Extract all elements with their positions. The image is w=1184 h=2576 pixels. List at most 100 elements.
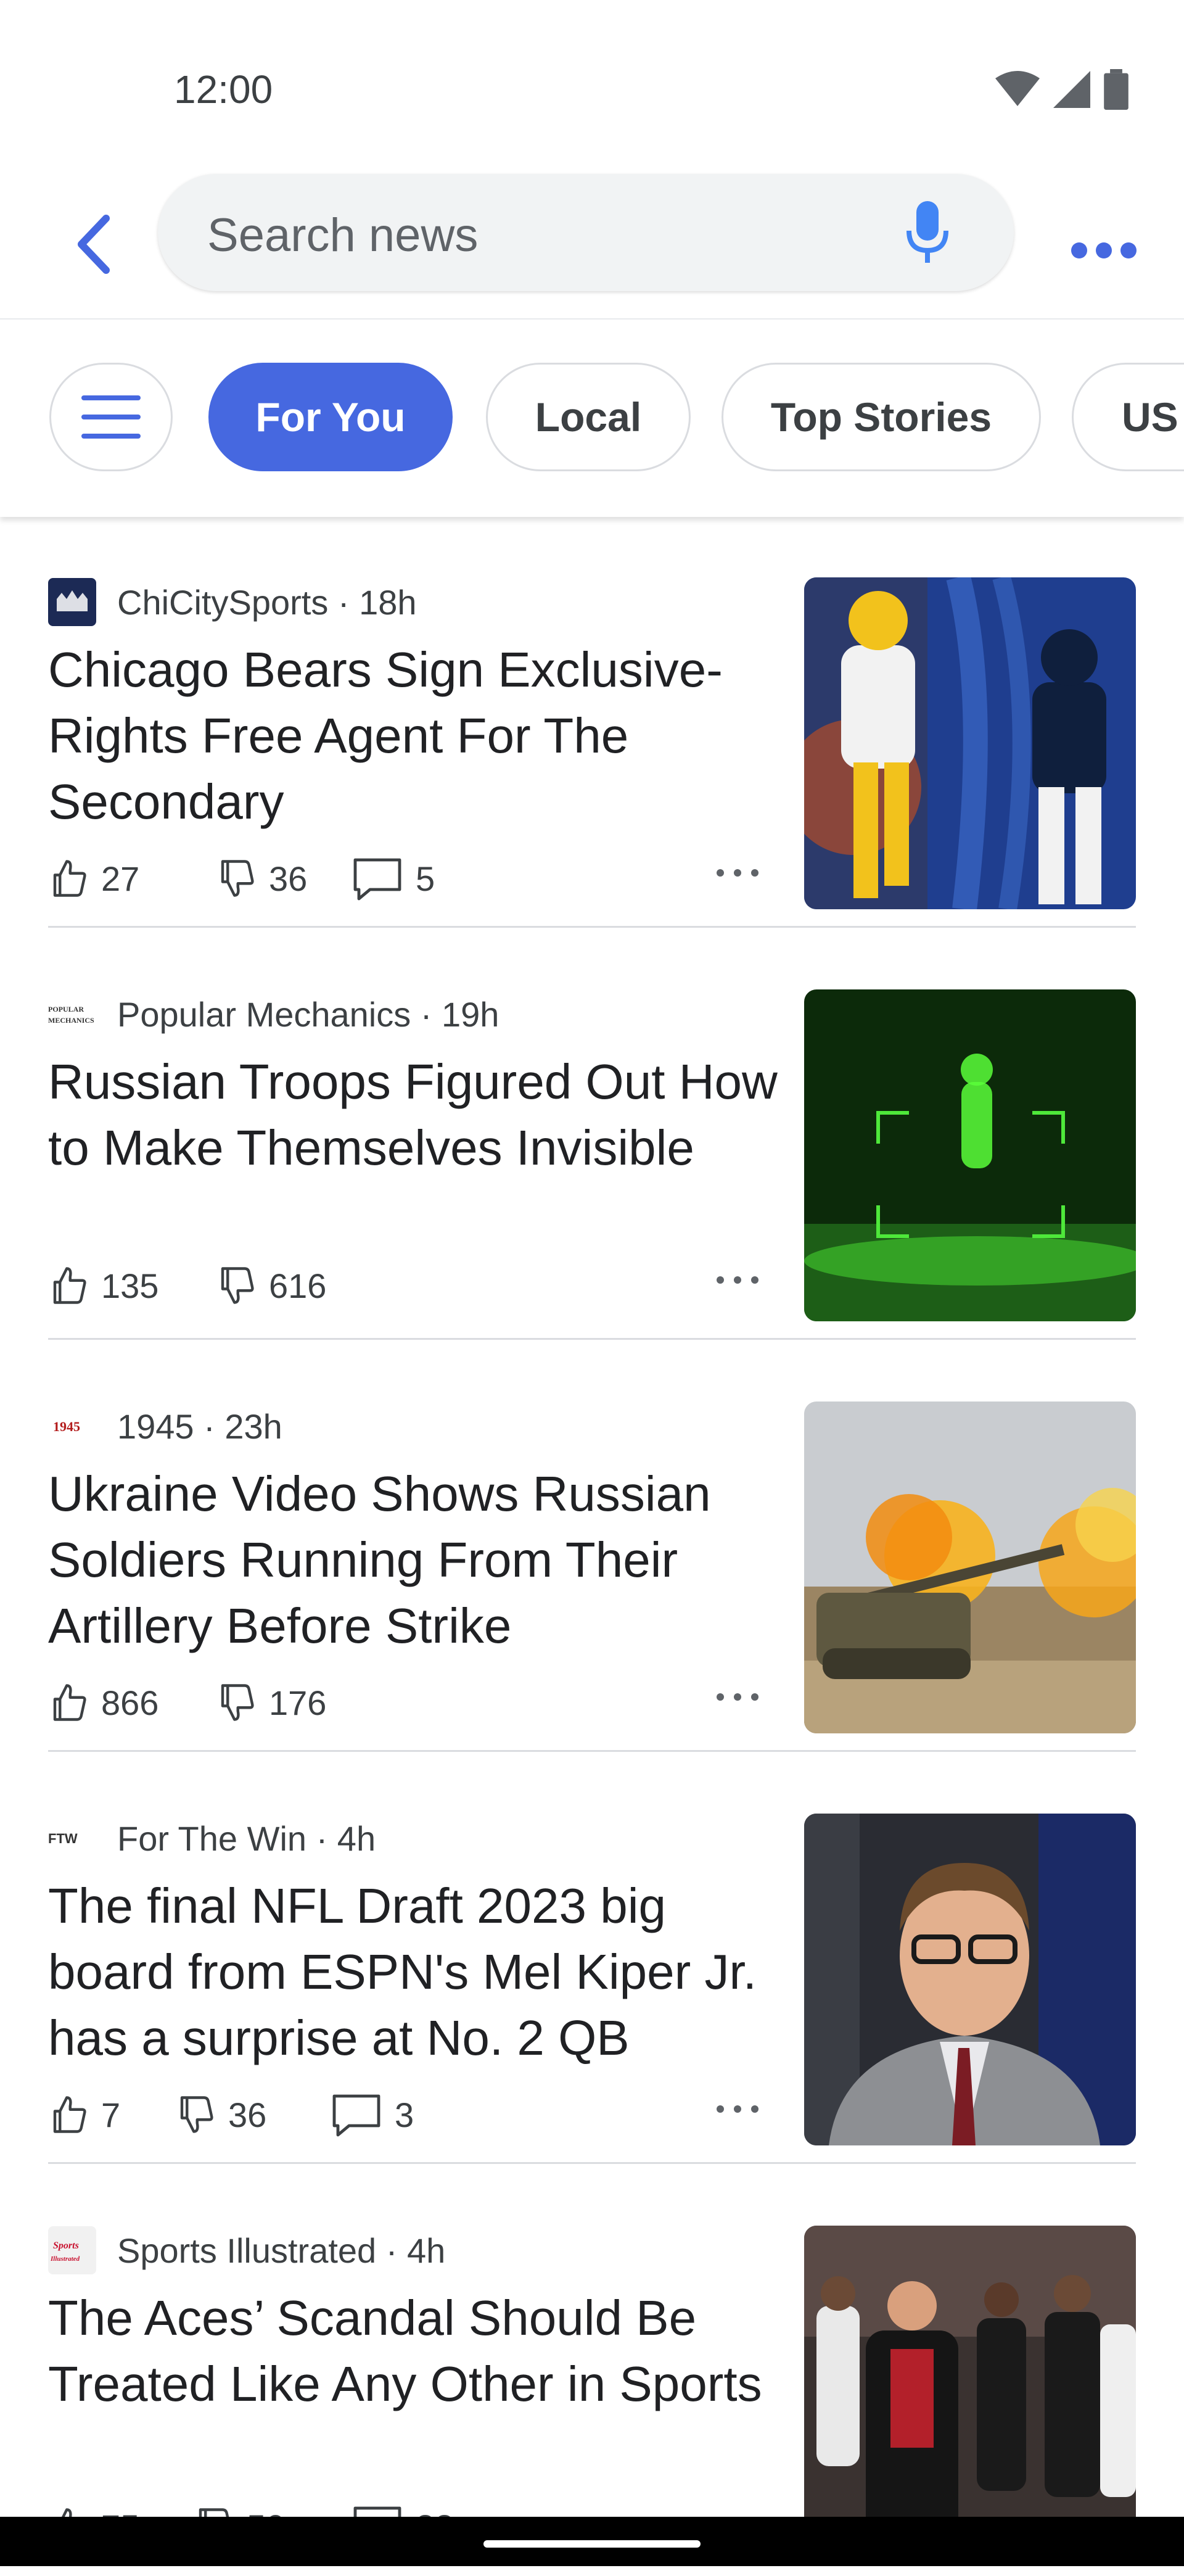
sports-illustrated-logo-text: Sports: [53, 2240, 79, 2251]
thumbs-down-icon: [221, 1267, 254, 1304]
tab-for-you[interactable]: For You: [208, 363, 453, 471]
1945-logo-text: 1945: [53, 1419, 80, 1434]
source-logo: 1945: [48, 1402, 96, 1450]
article-actions: 866 176: [48, 1678, 788, 1727]
comments-button[interactable]: 5: [352, 854, 435, 903]
like-count: 7: [101, 2095, 121, 2134]
comment-icon: [353, 858, 401, 901]
battery-icon: [1104, 69, 1128, 110]
basketball-team-photo: [804, 2226, 1136, 2557]
article-thumbnail[interactable]: [804, 1402, 1136, 1733]
article-card[interactable]: 1945 1945 · 23h Ukraine Video Shows Russ…: [48, 1340, 1136, 1752]
tab-us[interactable]: US: [1072, 363, 1184, 471]
article-headline[interactable]: The final NFL Draft 2023 big board from …: [48, 1873, 788, 2071]
more-horizontal-icon: [717, 869, 758, 877]
like-button[interactable]: 866: [48, 1678, 158, 1727]
artillery-fire-photo: [804, 1402, 1136, 1733]
article-actions: 7 36 3: [48, 2090, 788, 2139]
thumbs-down-icon: [221, 860, 254, 897]
like-button[interactable]: 135: [48, 1261, 158, 1310]
thumbs-down-icon: [180, 2096, 213, 2133]
more-options-button[interactable]: [1061, 207, 1147, 294]
source-meta: Sports Illustrated · 4h: [117, 2231, 446, 2270]
popular-mechanics-logo-text: MECHANICS: [48, 1016, 94, 1025]
man-in-suit-photo: [804, 1814, 1136, 2145]
comment-count: 5: [416, 859, 435, 898]
search-toolbar: Search news: [0, 173, 1184, 318]
article-thumbnail[interactable]: [804, 2226, 1136, 2557]
status-time: 12:00: [174, 67, 273, 112]
article-more-button[interactable]: [714, 866, 761, 883]
article-thumbnail[interactable]: [804, 1814, 1136, 2145]
more-horizontal-icon: [1071, 242, 1137, 258]
more-horizontal-icon: [717, 1693, 758, 1701]
cellular-signal-icon: [1053, 71, 1090, 108]
more-horizontal-icon: [717, 1276, 758, 1284]
source-logo: Sports Illustrated: [48, 2226, 96, 2274]
status-icons: [995, 69, 1128, 110]
article-thumbnail[interactable]: [804, 577, 1136, 909]
dislike-count: 176: [269, 1683, 327, 1722]
source-meta: Popular Mechanics · 19h: [117, 994, 500, 1034]
like-count: 135: [101, 1266, 159, 1305]
dislike-button[interactable]: 616: [216, 1261, 326, 1310]
article-more-button[interactable]: [714, 1273, 761, 1290]
dislike-count: 36: [228, 2095, 267, 2134]
1945-logo: 1945: [53, 1419, 80, 1434]
comments-button[interactable]: 3: [331, 2090, 414, 2139]
back-arrow-icon: [78, 215, 110, 274]
article-more-button[interactable]: [714, 1690, 761, 1707]
ftw-logo-text: FTW: [48, 1831, 78, 1846]
search-input[interactable]: Search news: [207, 208, 478, 262]
chicitysports-logo: [48, 578, 96, 626]
dislike-button[interactable]: 36: [216, 854, 307, 903]
hamburger-menu-icon: [81, 395, 141, 439]
article-headline[interactable]: Russian Troops Figured Out How to Make T…: [48, 1049, 788, 1181]
home-gesture-handle[interactable]: [483, 2540, 701, 2548]
thumbs-up-icon: [53, 1267, 86, 1304]
dislike-button[interactable]: 176: [216, 1678, 326, 1727]
comment-icon: [332, 2094, 380, 2137]
like-count: 866: [101, 1683, 159, 1722]
article-source: Sports Illustrated Sports Illustrated · …: [48, 2226, 445, 2275]
like-button[interactable]: 27: [48, 854, 139, 903]
source-logo: FTW: [48, 1814, 96, 1862]
dislike-count: 616: [269, 1266, 327, 1305]
sports-illustrated-logo-text: Illustrated: [50, 2255, 80, 2263]
back-button[interactable]: [49, 201, 136, 287]
article-headline[interactable]: The Aces’ Scandal Should Be Treated Like…: [48, 2285, 788, 2417]
status-bar: 12:00: [0, 0, 1184, 173]
search-bar[interactable]: Search news: [158, 174, 1014, 291]
ftw-logo: FTW: [48, 1831, 78, 1846]
like-button[interactable]: 7: [48, 2090, 120, 2139]
article-headline[interactable]: Chicago Bears Sign Exclusive-Rights Free…: [48, 637, 788, 835]
dislike-button[interactable]: 36: [175, 2090, 266, 2139]
source-logo: POPULAR MECHANICS: [48, 990, 96, 1038]
article-card[interactable]: ChiCitySports · 18h Chicago Bears Sign E…: [48, 516, 1136, 928]
tab-top-stories[interactable]: Top Stories: [722, 363, 1041, 471]
system-navigation-bar: [0, 2517, 1184, 2566]
more-horizontal-icon: [717, 2105, 758, 2113]
article-headline[interactable]: Ukraine Video Shows Russian Soldiers Run…: [48, 1461, 788, 1659]
article-card[interactable]: FTW For The Win · 4h The final NFL Draft…: [48, 1752, 1136, 2164]
article-card[interactable]: POPULAR MECHANICS Popular Mechanics · 19…: [48, 928, 1136, 1340]
night-vision-photo: [804, 989, 1136, 1321]
sports-illustrated-logo: Sports Illustrated: [48, 2226, 96, 2274]
dislike-count: 36: [269, 859, 308, 898]
source-logo: [48, 578, 96, 626]
thumbs-down-icon: [221, 1684, 254, 1721]
article-source: 1945 1945 · 23h: [48, 1402, 282, 1451]
article-card[interactable]: Sports Illustrated Sports Illustrated · …: [48, 2164, 1136, 2576]
popular-mechanics-logo-text: POPULAR: [48, 1005, 84, 1013]
wifi-icon: [995, 71, 1040, 106]
article-actions: 135 616: [48, 1261, 788, 1310]
voice-search-button[interactable]: [890, 196, 964, 270]
menu-button[interactable]: [49, 363, 173, 471]
like-count: 27: [101, 859, 140, 898]
topic-tabs: For You Local Top Stories US: [0, 318, 1184, 517]
article-more-button[interactable]: [714, 2102, 761, 2119]
article-thumbnail[interactable]: [804, 989, 1136, 1321]
tab-local[interactable]: Local: [486, 363, 691, 471]
source-meta: ChiCitySports · 18h: [117, 582, 417, 622]
article-source: ChiCitySports · 18h: [48, 577, 417, 627]
